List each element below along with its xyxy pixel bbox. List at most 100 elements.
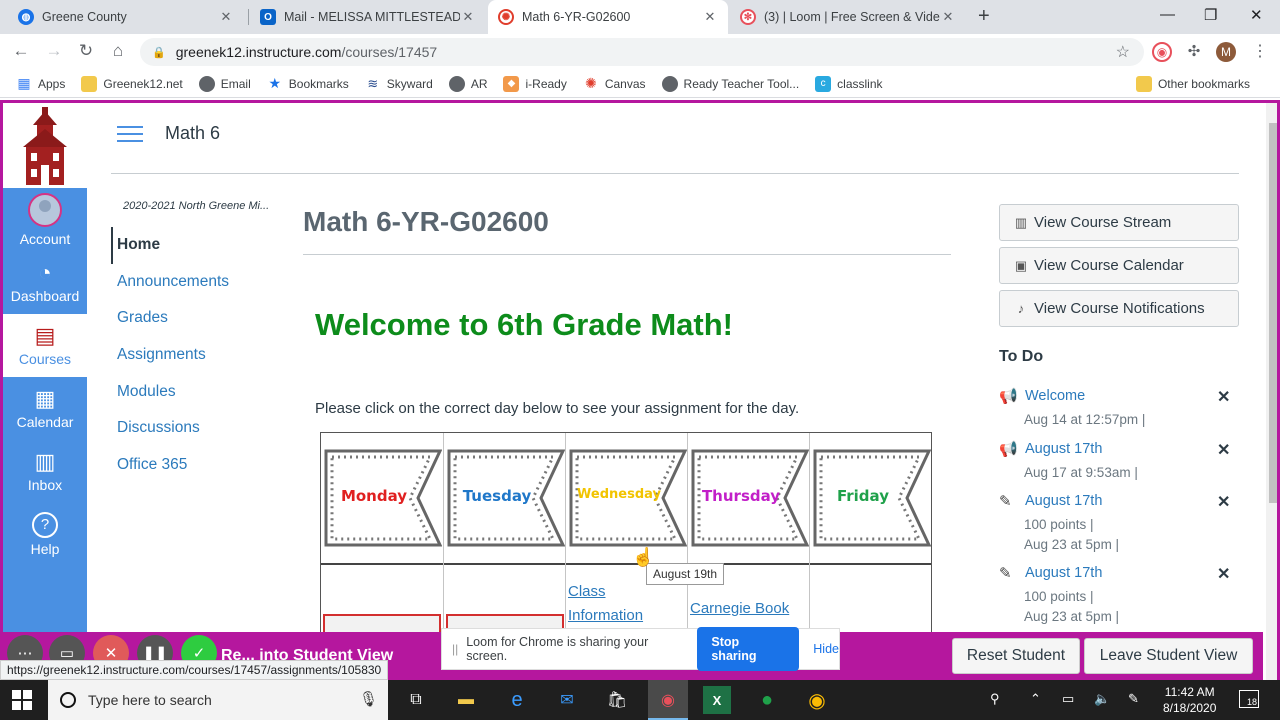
bookmark-bookmarks[interactable]: ★ Bookmarks bbox=[267, 75, 348, 92]
taskbar-clock[interactable]: 11:42 AM 8/18/2020 bbox=[1163, 684, 1216, 716]
tab-greene-county[interactable]: ◍ Greene County ✕ bbox=[8, 0, 244, 34]
home-button[interactable]: ⌂ bbox=[107, 41, 129, 61]
course-nav-discussions[interactable]: Discussions bbox=[111, 410, 229, 447]
bookmark-greenek12[interactable]: Greenek12.net bbox=[81, 75, 183, 92]
star-icon: ★ bbox=[268, 75, 282, 91]
bookmark-email[interactable]: Email bbox=[198, 75, 251, 92]
class-information-link[interactable]: Class Information bbox=[568, 580, 643, 628]
gnav-inbox[interactable]: ▥ Inbox bbox=[3, 440, 87, 503]
dismiss-icon[interactable]: ✕ bbox=[1217, 440, 1230, 460]
course-nav-office365[interactable]: Office 365 bbox=[111, 447, 229, 484]
view-course-stream-button[interactable]: ▥ View Course Stream bbox=[999, 204, 1239, 241]
drag-handle-icon[interactable]: || bbox=[452, 642, 458, 656]
todo-link[interactable]: Welcome bbox=[1025, 388, 1085, 404]
view-course-calendar-button[interactable]: ▣ View Course Calendar bbox=[999, 247, 1239, 284]
pen-icon[interactable]: ✎ bbox=[1128, 691, 1139, 707]
bookmark-ar[interactable]: AR bbox=[448, 75, 487, 92]
bookmark-iready[interactable]: ◆ i-Ready bbox=[503, 75, 567, 92]
minimize-button[interactable]: — bbox=[1160, 6, 1175, 23]
bookmark-star-icon[interactable]: ☆ bbox=[1116, 42, 1130, 62]
bookmark-apps[interactable]: ▦ Apps bbox=[16, 75, 65, 92]
day-label: Wednesday bbox=[577, 487, 661, 502]
tab-math-6[interactable]: ✺ Math 6-YR-G02600 ✕ bbox=[488, 0, 728, 34]
chrome-menu-icon[interactable]: ⋮ bbox=[1250, 42, 1270, 62]
lock-icon[interactable]: 🔒 bbox=[152, 46, 166, 59]
gnav-courses[interactable]: ▤ Courses bbox=[3, 314, 87, 377]
reload-button[interactable]: ↻ bbox=[75, 41, 97, 61]
file-explorer-icon[interactable]: ▬ bbox=[452, 686, 480, 714]
close-icon[interactable]: ✕ bbox=[940, 9, 956, 25]
school-logo[interactable] bbox=[3, 103, 87, 188]
todo-link[interactable]: August 17th bbox=[1025, 493, 1102, 509]
close-icon[interactable]: ✕ bbox=[218, 9, 234, 25]
bookmark-classlink[interactable]: c classlink bbox=[815, 75, 883, 92]
people-icon[interactable]: ⚲ bbox=[990, 691, 1000, 707]
chrome-icon[interactable]: ◉ bbox=[654, 686, 682, 714]
carnegie-book-link[interactable]: Carnegie Book bbox=[690, 597, 789, 621]
store-icon[interactable]: 🛍 bbox=[603, 686, 631, 714]
forward-button[interactable]: → bbox=[43, 41, 65, 61]
close-icon[interactable]: ✕ bbox=[460, 9, 476, 25]
gnav-calendar[interactable]: ▦ Calendar bbox=[3, 377, 87, 440]
bookmark-ready-teacher[interactable]: Ready Teacher Tool... bbox=[661, 75, 799, 92]
new-tab-button[interactable]: + bbox=[978, 5, 990, 28]
task-view-icon[interactable]: ⧉ bbox=[402, 686, 430, 714]
day-flag-monday[interactable]: Monday bbox=[324, 449, 442, 547]
extensions-puzzle-icon[interactable]: ✣ bbox=[1184, 42, 1204, 62]
button-label: View Course Stream bbox=[1034, 214, 1172, 231]
bookmark-other[interactable]: Other bookmarks bbox=[1135, 76, 1250, 92]
taskbar-search-input[interactable]: Type here to search 🎙 bbox=[48, 680, 388, 720]
course-nav-home[interactable]: Home bbox=[111, 227, 229, 264]
page-scrollbar[interactable] bbox=[1266, 103, 1277, 680]
day-flag-friday[interactable]: Friday bbox=[813, 449, 931, 547]
gnav-account[interactable]: Account bbox=[3, 188, 87, 251]
profile-avatar[interactable]: M bbox=[1216, 42, 1236, 62]
url-bar[interactable]: 🔒 greenek12.instructure.com/courses/1745… bbox=[140, 38, 1144, 66]
close-icon[interactable]: ✕ bbox=[702, 9, 718, 25]
dismiss-icon[interactable]: ✕ bbox=[1217, 387, 1230, 407]
view-course-notifications-button[interactable]: ♪ View Course Notifications bbox=[999, 290, 1239, 327]
show-hidden-icons[interactable]: ⌃ bbox=[1030, 691, 1041, 707]
announcement-icon: 📢 bbox=[999, 441, 1018, 458]
course-nav-grades[interactable]: Grades bbox=[111, 300, 229, 337]
breadcrumb-course-name[interactable]: Math 6 bbox=[165, 123, 220, 144]
scrollbar-thumb[interactable] bbox=[1269, 123, 1277, 503]
bookmark-skyward[interactable]: ≋ Skyward bbox=[365, 76, 432, 92]
edge-icon[interactable]: e bbox=[503, 686, 531, 714]
dismiss-icon[interactable]: ✕ bbox=[1217, 492, 1230, 512]
hide-button[interactable]: Hide bbox=[813, 642, 839, 656]
excel-icon[interactable]: X bbox=[703, 686, 731, 714]
tab-loom[interactable]: ✻ (3) | Loom | Free Screen & Video Recor… bbox=[730, 0, 966, 34]
dismiss-icon[interactable]: ✕ bbox=[1217, 564, 1230, 584]
todo-link[interactable]: August 17th bbox=[1025, 565, 1102, 581]
back-button[interactable]: ← bbox=[10, 41, 32, 61]
windows-start-icon[interactable] bbox=[12, 690, 32, 710]
notifications-icon[interactable]: 18 bbox=[1239, 690, 1259, 708]
microphone-icon[interactable]: 🎙 bbox=[359, 690, 378, 708]
todo-link[interactable]: August 17th bbox=[1025, 441, 1102, 457]
mail-icon[interactable]: ✉ bbox=[553, 686, 581, 714]
gnav-help[interactable]: ? Help bbox=[3, 503, 87, 566]
day-flag-tuesday[interactable]: Tuesday bbox=[447, 449, 565, 547]
gnav-dashboard[interactable]: ◔ Dashboard bbox=[3, 251, 87, 314]
chrome-icon[interactable]: ◉ bbox=[803, 686, 831, 714]
reset-student-button[interactable]: Reset Student bbox=[952, 638, 1080, 674]
tab-outlook-mail[interactable]: O Mail - MELISSA MITTLESTEADT - Outlook … bbox=[250, 0, 486, 34]
restore-button[interactable]: ❐ bbox=[1204, 6, 1217, 24]
loom-extension-icon[interactable]: ◉ bbox=[1152, 42, 1172, 62]
stop-sharing-button[interactable]: Stop sharing bbox=[697, 627, 800, 671]
battery-icon[interactable]: ▭ bbox=[1062, 691, 1074, 707]
hamburger-menu-icon[interactable] bbox=[117, 125, 143, 142]
day-flag-wednesday[interactable]: Wednesday bbox=[569, 449, 687, 547]
day-flag-thursday[interactable]: Thursday bbox=[691, 449, 809, 547]
leave-student-view-button[interactable]: Leave Student View bbox=[1084, 638, 1253, 674]
course-nav-assignments[interactable]: Assignments bbox=[111, 337, 229, 374]
avatar bbox=[28, 192, 62, 227]
bookmark-canvas[interactable]: ✺ Canvas bbox=[583, 75, 646, 92]
course-nav-modules[interactable]: Modules bbox=[111, 374, 229, 411]
volume-icon[interactable]: 🔈 bbox=[1094, 691, 1110, 707]
close-window-button[interactable]: ✕ bbox=[1250, 6, 1263, 24]
hangouts-icon[interactable]: ● bbox=[753, 686, 781, 714]
bookmark-label: i-Ready bbox=[525, 76, 567, 91]
course-nav-announcements[interactable]: Announcements bbox=[111, 264, 229, 301]
